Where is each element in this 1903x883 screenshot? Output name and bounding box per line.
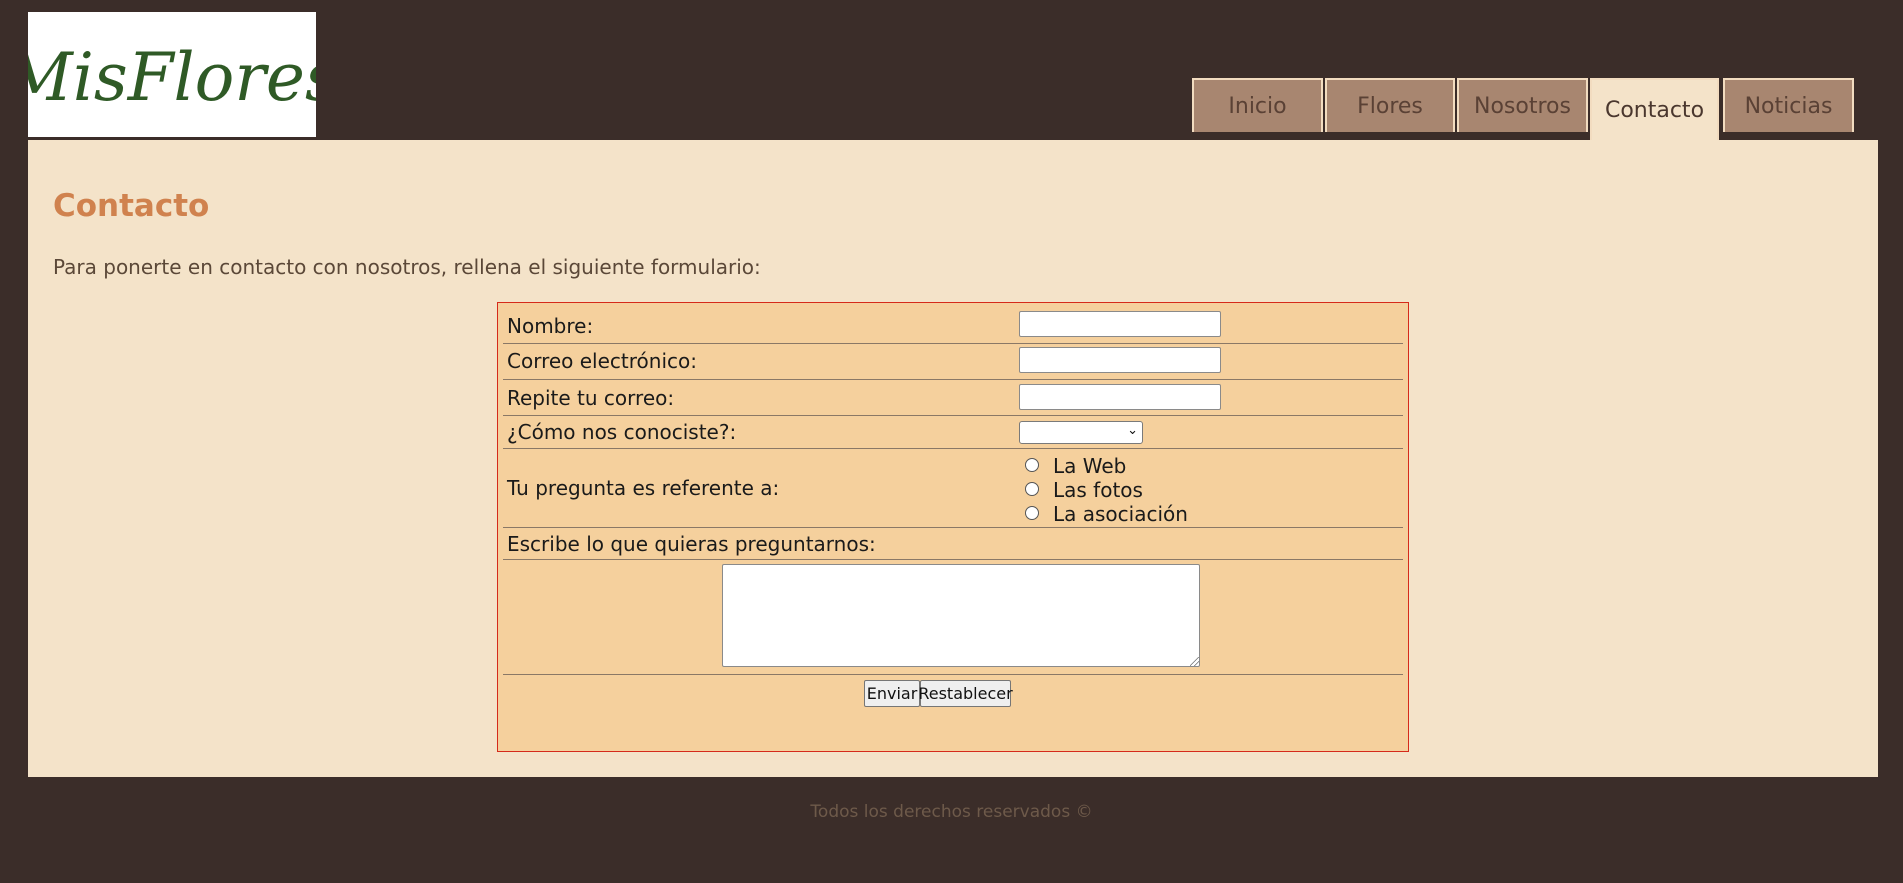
tab-label: Flores	[1357, 93, 1423, 119]
email-field[interactable]	[1019, 347, 1221, 373]
logo-wordmark: MisFlores	[28, 39, 316, 116]
chevron-down-icon: ⌄	[1127, 423, 1138, 438]
message-label: Escribe lo que quieras preguntarnos:	[507, 532, 876, 556]
tab-contacto[interactable]: Contacto	[1590, 78, 1719, 140]
radio-button[interactable]	[1025, 482, 1039, 496]
topic-option-label: La asociación	[1053, 502, 1188, 526]
resize-handle-icon[interactable]	[1190, 657, 1199, 666]
misflores-logo-image: MisFlores	[28, 39, 316, 116]
repeat-email-field[interactable]	[1019, 384, 1221, 410]
tab-label: Inicio	[1228, 93, 1287, 119]
form-row-repeat-email: Repite tu correo:	[503, 380, 1403, 416]
form-row-name: Nombre:	[503, 306, 1403, 344]
contact-form: Nombre: Correo electrónico: Repite tu co…	[497, 302, 1409, 752]
tab-nosotros[interactable]: Nosotros	[1457, 78, 1588, 132]
tab-label: Nosotros	[1474, 93, 1571, 119]
main-content: Contacto Para ponerte en contacto con no…	[28, 140, 1878, 777]
radio-button[interactable]	[1025, 506, 1039, 520]
tab-flores[interactable]: Flores	[1325, 78, 1455, 132]
form-row-message-label: Escribe lo que quieras preguntarnos:	[503, 528, 1403, 560]
tab-label: Noticias	[1744, 93, 1833, 119]
form-row-email: Correo electrónico:	[503, 343, 1403, 380]
site-logo[interactable]: MisFlores	[28, 12, 316, 137]
name-label: Nombre:	[507, 314, 594, 338]
page-title: Contacto	[53, 188, 210, 224]
form-row-topic: Tu pregunta es referente a: La Web Las f…	[503, 449, 1403, 528]
submit-button[interactable]: Enviar	[864, 680, 920, 707]
reset-button[interactable]: Restablecer	[918, 680, 1013, 707]
form-row-message	[503, 560, 1403, 675]
tab-noticias[interactable]: Noticias	[1723, 78, 1854, 132]
repeat-email-label: Repite tu correo:	[507, 386, 675, 410]
message-textarea[interactable]	[722, 564, 1200, 667]
radio-button[interactable]	[1025, 458, 1039, 472]
tab-label: Contacto	[1604, 97, 1705, 123]
name-field[interactable]	[1019, 311, 1221, 337]
topic-option-label: Las fotos	[1053, 478, 1143, 502]
email-label: Correo electrónico:	[507, 349, 697, 373]
topic-option-label: La Web	[1053, 454, 1127, 478]
tab-inicio[interactable]: Inicio	[1192, 78, 1323, 132]
form-row-source: ¿Cómo nos conociste?: ⌄	[503, 416, 1403, 449]
source-label: ¿Cómo nos conociste?:	[507, 420, 737, 444]
intro-text: Para ponerte en contacto con nosotros, r…	[53, 255, 761, 279]
form-row-actions: Enviar Restablecer	[503, 675, 1403, 715]
footer-copyright: Todos los derechos reservados ©	[810, 802, 1093, 822]
topic-label: Tu pregunta es referente a:	[507, 476, 780, 500]
source-select[interactable]: ⌄	[1019, 421, 1143, 444]
